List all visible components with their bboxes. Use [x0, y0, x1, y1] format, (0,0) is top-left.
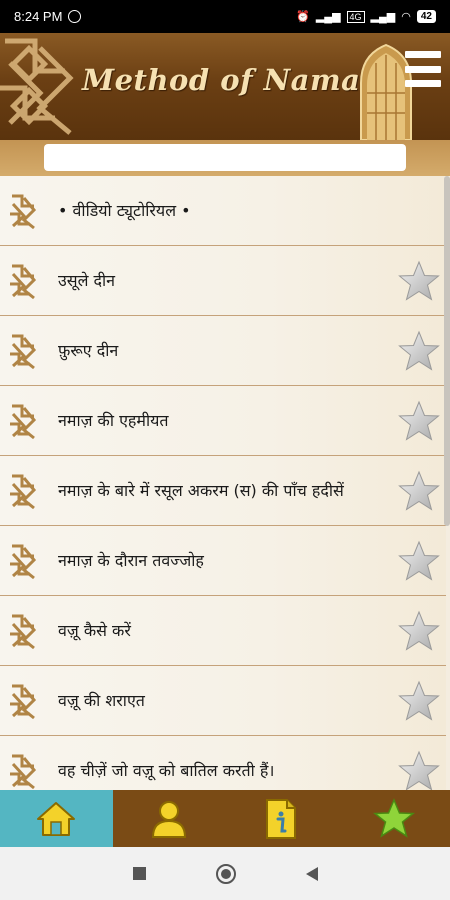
home-icon: [37, 801, 76, 836]
topic-list[interactable]: • वीडियो ट्यूटोरियल • उसूले दीन फ़ुरूए द…: [0, 176, 450, 790]
tab-info[interactable]: [225, 790, 338, 847]
system-nav-bar: [0, 847, 450, 900]
home-button[interactable]: [215, 863, 236, 884]
knot-icon: [10, 754, 36, 790]
knot-ornament-icon: [0, 38, 74, 135]
back-button[interactable]: [305, 866, 318, 881]
list-item[interactable]: नमाज़ के दौरान तवज्जोह: [0, 526, 446, 596]
list-item-label: वज़ू की शराएत: [58, 690, 145, 710]
app-title: Method of Namaz: [82, 63, 378, 97]
list-item[interactable]: उसूले दीन: [0, 246, 446, 316]
list-item-label: नमाज़ की एहमीयत: [58, 410, 169, 430]
favorite-star-icon[interactable]: [398, 610, 440, 652]
search-input[interactable]: [44, 144, 406, 171]
whatsapp-icon: [68, 10, 82, 23]
alarm-icon: ⏰: [296, 11, 310, 23]
favorite-star-icon[interactable]: [398, 470, 440, 512]
info-icon: [266, 798, 297, 839]
list-item-label: फ़ुरूए दीन: [58, 340, 119, 360]
list-item-label: नमाज़ के दौरान तवज्जोह: [58, 550, 204, 570]
menu-bar-line: [405, 51, 441, 58]
favorite-star-icon[interactable]: [398, 400, 440, 442]
list-item[interactable]: फ़ुरूए दीन: [0, 316, 446, 386]
favorite-star-icon[interactable]: [398, 260, 440, 302]
recent-apps-button[interactable]: [132, 867, 146, 880]
knot-icon: [10, 474, 36, 510]
list-item[interactable]: वज़ू कैसे करें: [0, 596, 446, 666]
knot-icon: [10, 334, 36, 370]
list-item-label: उसूले दीन: [58, 270, 116, 290]
status-time: 8:24 PM: [14, 9, 63, 24]
list-item-label: नमाज़ के बारे में रसूल अकरम (स) की पाँच …: [58, 480, 344, 500]
knot-icon: [10, 544, 36, 580]
list-item-label: वज़ू कैसे करें: [58, 620, 131, 640]
knot-icon: [10, 194, 36, 230]
knot-icon: [10, 404, 36, 440]
favorite-star-icon[interactable]: [398, 680, 440, 722]
favorites-star-icon: [372, 797, 415, 838]
signal-icon-2: ▂▄▆: [370, 11, 396, 23]
app-header: Method of Namaz: [0, 33, 450, 140]
favorite-star-icon[interactable]: [398, 330, 440, 372]
list-item[interactable]: नमाज़ की एहमीयत: [0, 386, 446, 456]
knot-icon: [10, 264, 36, 300]
knot-icon: [10, 614, 36, 650]
search-bar-container: [0, 140, 450, 176]
network-type: 4G: [346, 10, 365, 23]
knot-icon: [10, 684, 36, 720]
list-item[interactable]: नमाज़ के बारे में रसूल अकरम (स) की पाँच …: [0, 456, 446, 526]
menu-bar-line: [405, 80, 441, 87]
bottom-tab-bar: [0, 790, 450, 847]
list-item-label: • वीडियो ट्यूटोरियल •: [58, 200, 191, 220]
list-item[interactable]: वज़ू की शराएत: [0, 666, 446, 736]
menu-button[interactable]: [405, 49, 441, 89]
profile-icon: [151, 800, 186, 838]
list-scrollbar[interactable]: [444, 176, 450, 526]
list-item[interactable]: • वीडियो ट्यूटोरियल •: [0, 176, 446, 246]
favorite-star-icon[interactable]: [398, 750, 440, 790]
favorite-star-icon[interactable]: [398, 540, 440, 582]
menu-bar-line: [405, 65, 441, 73]
list-item[interactable]: वह चीज़ें जो वज़ू को बातिल करती हैं।: [0, 736, 446, 790]
wifi-icon: ◠: [401, 11, 411, 23]
tab-home[interactable]: [0, 790, 113, 847]
battery-level: 42: [416, 10, 436, 23]
tab-favorites[interactable]: [337, 790, 450, 847]
list-item-label: वह चीज़ें जो वज़ू को बातिल करती हैं।: [58, 760, 275, 780]
tab-profile[interactable]: [112, 790, 225, 847]
home-button-dot: [220, 868, 231, 879]
status-bar: 8:24 PM ⏰ ▂▄▆ 4G ▂▄▆ ◠ 42: [0, 0, 450, 33]
signal-icon: ▂▄▆: [315, 11, 341, 23]
